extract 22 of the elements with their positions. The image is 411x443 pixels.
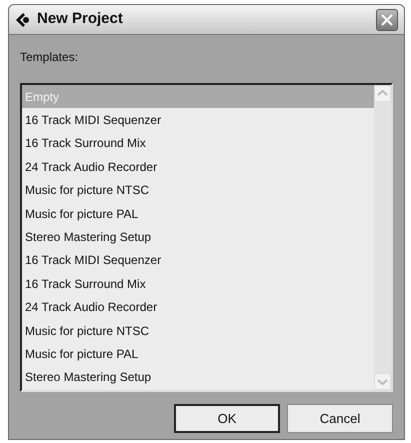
window-title: New Project (37, 9, 124, 30)
template-item[interactable]: 16 Track Surround Mix (22, 132, 374, 156)
template-item[interactable]: 16 Track Surround Mix (22, 272, 374, 296)
scroll-down-icon[interactable] (374, 373, 391, 390)
template-item[interactable]: 24 Track Audio Recorder (22, 155, 374, 179)
template-item[interactable]: Music for picture NTSC (22, 318, 374, 342)
template-item[interactable]: 24 Track Audio Recorder (22, 296, 374, 319)
templates-label: Templates: (20, 49, 80, 66)
template-item[interactable]: Music for picture PAL (22, 202, 374, 226)
template-item[interactable]: Music for picture PAL (22, 342, 374, 366)
template-item[interactable]: Music for picture NTSC (22, 178, 374, 202)
close-button[interactable] (376, 8, 398, 30)
logo-icon (15, 12, 31, 28)
template-item[interactable]: 16 Track MIDI Sequenzer (22, 248, 374, 272)
template-item[interactable]: Stereo Mastering Setup (22, 366, 374, 390)
template-item[interactable]: Stereo Mastering Setup (22, 225, 374, 249)
scrollbar[interactable] (374, 85, 391, 390)
template-item[interactable]: 16 Track MIDI Sequenzer (22, 108, 374, 132)
close-icon[interactable] (380, 12, 394, 26)
dialog-button[interactable]: OK (174, 404, 280, 433)
dialog-button[interactable]: Cancel (287, 404, 393, 433)
scroll-up-icon[interactable] (374, 85, 391, 102)
